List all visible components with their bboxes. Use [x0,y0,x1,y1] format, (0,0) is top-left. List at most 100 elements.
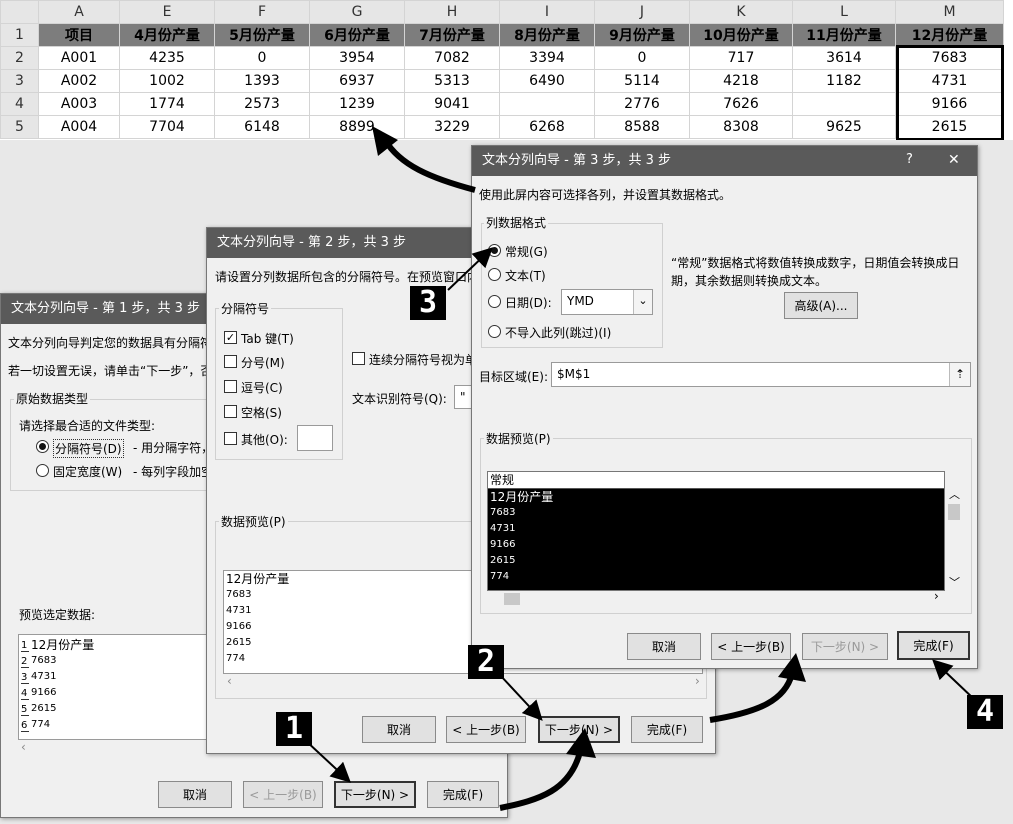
table-cell[interactable]: 3229 [404,115,500,139]
column-letter[interactable]: L [792,0,896,24]
table-cell[interactable]: 9625 [792,115,896,139]
row-number[interactable]: 1 [0,23,39,47]
table-cell[interactable]: 0 [214,46,310,70]
step3-finish-button[interactable]: 完成(F) [897,631,970,660]
column-letter[interactable]: K [689,0,793,24]
chevron-down-icon[interactable]: ⌄ [633,290,652,314]
step1-back-button[interactable]: < 上一步(B) [243,781,323,808]
select-all-corner[interactable] [0,0,39,24]
row-number[interactable]: 3 [0,69,39,93]
header-cell[interactable]: 8月份产量 [499,23,595,47]
destination-input[interactable]: $M$1 ⇡ [551,362,971,387]
table-cell[interactable]: A004 [38,115,120,139]
semicolon-checkbox[interactable] [224,355,237,368]
row-number[interactable]: 4 [0,92,39,116]
step2-cancel-button[interactable]: 取消 [362,716,436,743]
table-cell[interactable] [499,92,595,116]
vertical-scrollbar[interactable]: ︿ ﹀ [945,486,963,591]
help-icon[interactable]: ? [906,152,913,167]
header-cell[interactable]: 11月份产量 [792,23,896,47]
comma-checkbox[interactable] [224,380,237,393]
table-cell[interactable]: 6490 [499,69,595,93]
table-cell[interactable]: A003 [38,92,120,116]
fixed-width-label[interactable]: 固定宽度(W) [53,463,122,480]
date-radio[interactable] [488,295,501,308]
table-cell[interactable]: 6937 [309,69,405,93]
table-cell[interactable]: 3614 [792,46,896,70]
header-cell[interactable]: 4月份产量 [119,23,215,47]
text-label[interactable]: 文本(T) [505,267,546,284]
space-checkbox[interactable] [224,405,237,418]
column-letter[interactable]: J [594,0,690,24]
scroll-right-icon[interactable]: › [934,589,939,603]
delimited-radio[interactable] [36,440,49,453]
date-label[interactable]: 日期(D): [505,294,552,311]
table-cell[interactable]: A001 [38,46,120,70]
column-letter[interactable]: I [499,0,595,24]
general-radio[interactable] [488,244,501,257]
scroll-left-icon[interactable]: ‹ [21,740,26,754]
table-cell[interactable]: 8308 [689,115,793,139]
row-number[interactable]: 5 [0,115,39,139]
semicolon-label[interactable]: 分号(M) [241,354,285,371]
row-number[interactable]: 2 [0,46,39,70]
table-cell[interactable]: 9041 [404,92,500,116]
step3-cancel-button[interactable]: 取消 [627,633,701,660]
table-cell[interactable]: 3954 [309,46,405,70]
delimited-label[interactable]: 分隔符号(D) [53,439,124,458]
consecutive-label[interactable]: 连续分隔符号视为单 [369,351,477,368]
table-cell[interactable]: 6268 [499,115,595,139]
preview-column-type[interactable]: 常规 [488,472,944,489]
step3-next-button[interactable]: 下一步(N) > [802,633,888,660]
advanced-button[interactable]: 高级(A)... [784,292,858,319]
table-cell[interactable]: 6148 [214,115,310,139]
table-cell[interactable]: 717 [689,46,793,70]
selected-column[interactable]: 12月份产量 7683 4731 9166 2615 774 [488,489,944,590]
table-cell[interactable]: 1774 [119,92,215,116]
skip-column-label[interactable]: 不导入此列(跳过)(I) [505,324,611,341]
tab-label[interactable]: Tab 键(T) [241,330,294,347]
skip-column-radio[interactable] [488,325,501,338]
table-cell[interactable] [792,92,896,116]
table-cell[interactable]: 1002 [119,69,215,93]
table-cell[interactable]: 1393 [214,69,310,93]
table-cell[interactable]: 8588 [594,115,690,139]
general-label[interactable]: 常规(G) [505,243,548,260]
table-cell[interactable]: 2776 [594,92,690,116]
horizontal-scrollbar[interactable]: › [487,589,945,606]
other-delimiter-input[interactable] [297,425,333,451]
column-letter[interactable]: F [214,0,310,24]
column-letter[interactable]: A [38,0,120,24]
fixed-width-radio[interactable] [36,464,49,477]
header-cell[interactable]: 9月份产量 [594,23,690,47]
column-letter[interactable]: E [119,0,215,24]
table-cell[interactable]: 3394 [499,46,595,70]
table-cell[interactable]: 2573 [214,92,310,116]
step2-finish-button[interactable]: 完成(F) [631,716,703,743]
table-cell[interactable]: 1182 [792,69,896,93]
table-cell[interactable]: 1239 [309,92,405,116]
step3-preview-box[interactable]: 常规 12月份产量 7683 4731 9166 2615 774 [487,471,945,591]
step2-back-button[interactable]: < 上一步(B) [446,716,526,743]
table-cell[interactable]: 5313 [404,69,500,93]
text-radio[interactable] [488,268,501,281]
table-cell[interactable]: 0 [594,46,690,70]
header-cell[interactable]: 项目 [38,23,120,47]
other-checkbox[interactable] [224,432,237,445]
other-label[interactable]: 其他(O): [241,431,288,448]
table-cell[interactable]: 7626 [689,92,793,116]
scroll-left-icon[interactable]: ‹ [227,674,232,688]
date-format-select[interactable]: YMD ⌄ [561,289,653,315]
consecutive-checkbox[interactable] [352,352,365,365]
header-cell[interactable]: 12月份产量 [895,23,1004,47]
scroll-thumb[interactable] [504,593,520,605]
table-cell[interactable]: 7704 [119,115,215,139]
table-cell[interactable]: 5114 [594,69,690,93]
step1-next-button[interactable]: 下一步(N) > [334,781,416,808]
collapse-dialog-icon[interactable]: ⇡ [949,363,970,386]
column-letter[interactable]: H [404,0,500,24]
table-cell[interactable]: 4218 [689,69,793,93]
step1-cancel-button[interactable]: 取消 [158,781,232,808]
scroll-right-icon[interactable]: › [695,674,700,688]
header-cell[interactable]: 5月份产量 [214,23,310,47]
